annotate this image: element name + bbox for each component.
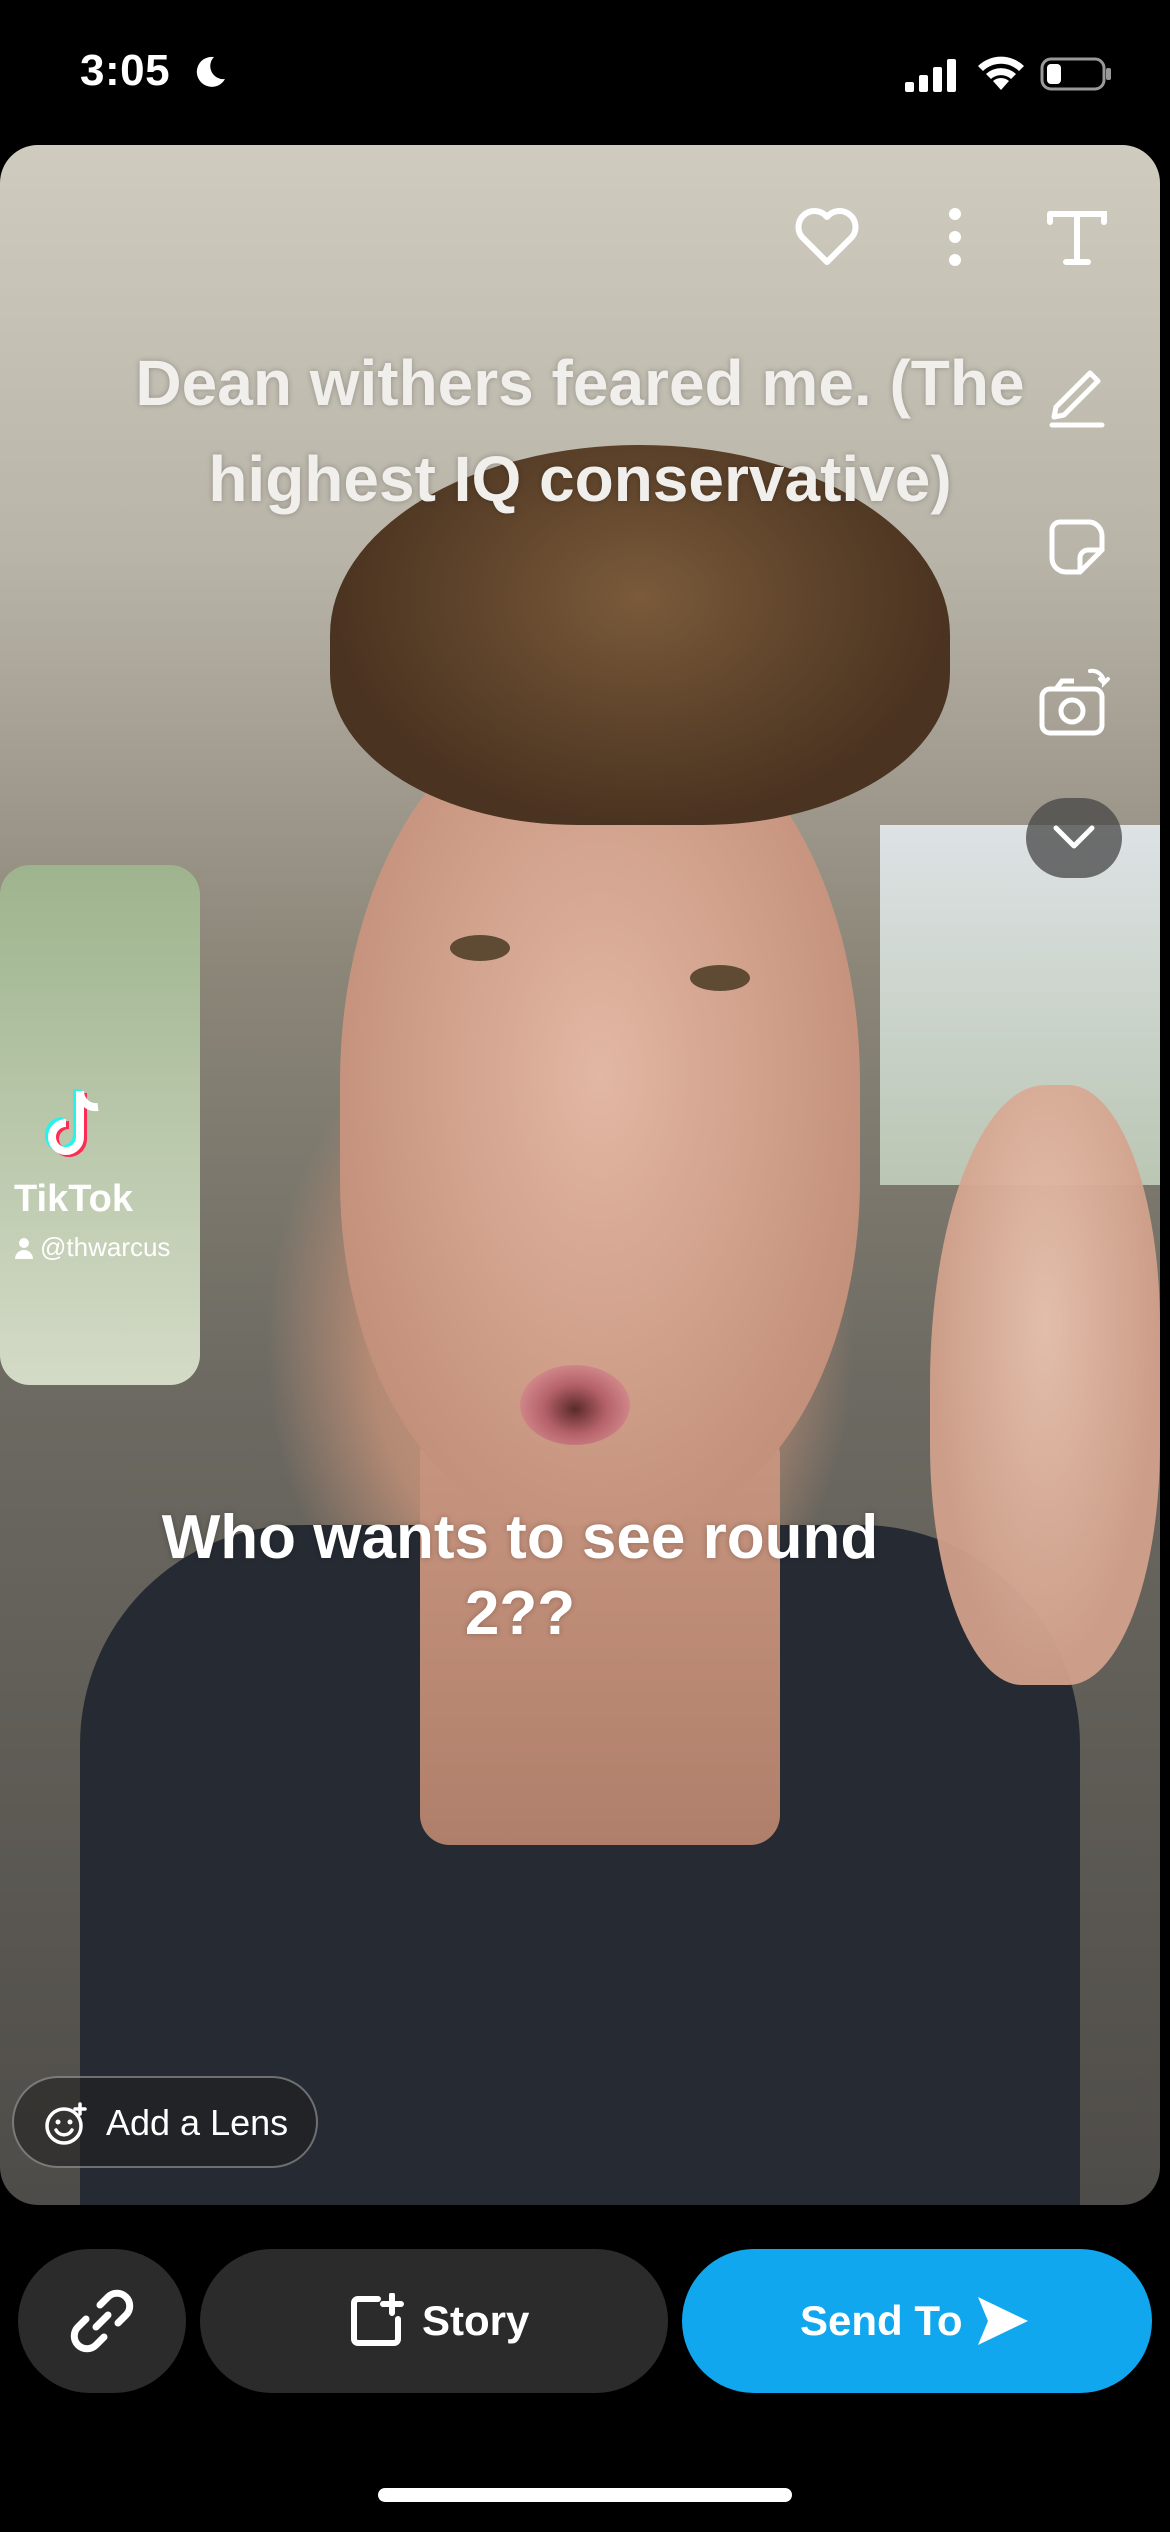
lens-smiley-icon (45, 2102, 87, 2145)
link-button[interactable] (18, 2249, 186, 2393)
heart-icon[interactable] (790, 200, 864, 274)
left-eye (450, 935, 510, 961)
send-to-button[interactable]: Send To (682, 2249, 1152, 2393)
moon-icon (196, 56, 225, 87)
home-indicator[interactable] (378, 2488, 792, 2502)
tiktok-watermark-brand: TikTok (14, 1178, 133, 1220)
collapse-tools-button[interactable] (1026, 798, 1122, 878)
tiktok-handle-text: @thwarcus (40, 1232, 171, 1262)
camera-flip-icon[interactable] (1034, 665, 1114, 745)
story-label: Story (422, 2297, 530, 2344)
mouth (520, 1365, 630, 1445)
link-icon (70, 2289, 134, 2353)
more-options-icon[interactable] (930, 200, 980, 274)
add-lens-button[interactable]: Add a Lens (12, 2076, 318, 2168)
chevron-down-icon (1053, 825, 1095, 849)
text-tool-icon[interactable] (1040, 200, 1114, 274)
caption-top: Dean withers feared me. (The highest IQ … (135, 347, 1025, 515)
wifi-icon (978, 56, 1024, 90)
story-button[interactable]: Story (200, 2249, 668, 2393)
tiktok-logo-icon (45, 1089, 99, 1157)
raised-hand (930, 1085, 1160, 1685)
bottom-action-bar: Story Send To (0, 2205, 1170, 2532)
sticker-icon[interactable] (1040, 510, 1114, 584)
pencil-icon[interactable] (1040, 355, 1114, 429)
battery-icon (1040, 57, 1111, 91)
caption-bottom: Who wants to see round 2?? (161, 1503, 879, 1648)
add-lens-label: Add a Lens (106, 2102, 289, 2143)
send-to-label: Send To (800, 2297, 963, 2344)
status-bar: 3:05 (0, 0, 1170, 145)
right-eye (690, 965, 750, 991)
user-icon (15, 1238, 33, 1259)
add-story-icon (351, 2293, 404, 2346)
send-arrow-icon (978, 2297, 1028, 2345)
tiktok-watermark-handle: @thwarcus (14, 1232, 170, 1263)
signal-icon (905, 59, 956, 92)
status-time: 3:05 (80, 46, 171, 95)
